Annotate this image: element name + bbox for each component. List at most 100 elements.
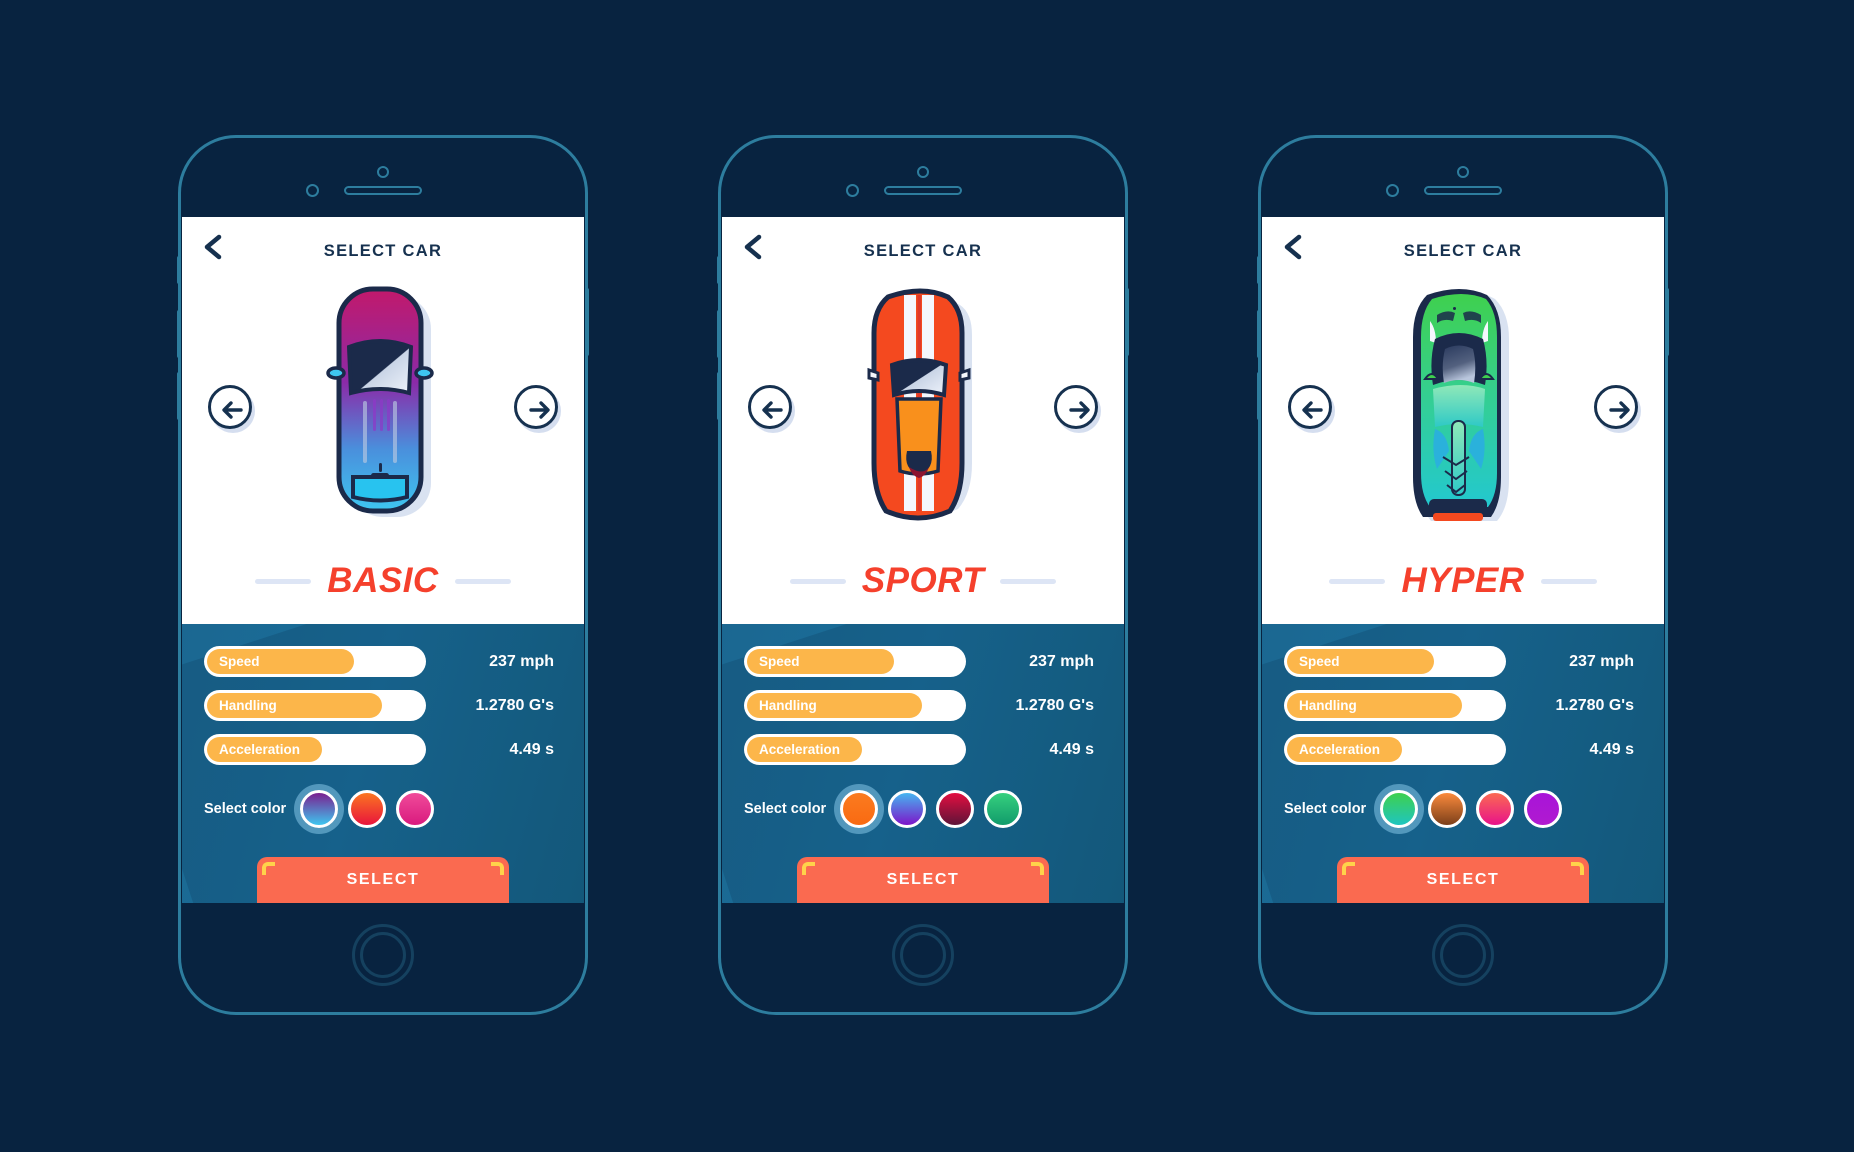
color-picker: Select color xyxy=(722,778,1124,828)
phone-volume-down-button xyxy=(1257,372,1261,420)
stat-value: 1.2780 G's xyxy=(1015,696,1094,714)
corner-accent-left xyxy=(1342,862,1355,875)
stat-value: 237 mph xyxy=(1569,652,1634,670)
phone-volume-up-button xyxy=(1257,310,1261,358)
phone-side-button xyxy=(1257,256,1261,284)
decor-dash-right xyxy=(1000,578,1057,584)
phone-mockup-sport: SELECT CAR SPORT Speed 237 mph Handling … xyxy=(717,135,1129,1015)
next-car-button[interactable] xyxy=(1594,385,1638,429)
color-swatch-orange-red[interactable] xyxy=(348,790,387,828)
stat-row: Acceleration 4.49 s xyxy=(722,734,1124,765)
stat-label: Handling xyxy=(759,698,817,713)
stat-label: Acceleration xyxy=(219,742,301,757)
stat-label: Handling xyxy=(1299,698,1357,713)
color-swatch-orange-brown[interactable] xyxy=(1428,790,1467,828)
acceleration-bar-fill: Acceleration xyxy=(1287,737,1403,762)
car-model-name: HYPER xyxy=(1401,561,1525,600)
home-button[interactable] xyxy=(1432,924,1494,986)
car-model-row: SPORT xyxy=(722,545,1124,617)
app-header: SELECT CAR xyxy=(722,217,1124,277)
select-button-label: SELECT xyxy=(346,871,420,888)
color-picker-label: Select color xyxy=(1284,801,1367,817)
car-stats-panel: Speed 237 mph Handling 1.2780 G's Accele… xyxy=(1262,624,1664,903)
phone-volume-down-button xyxy=(717,372,721,420)
color-swatch-purple[interactable] xyxy=(1524,790,1563,828)
car-image-sport xyxy=(862,281,984,534)
car-preview-card: SELECT CAR xyxy=(182,217,584,624)
earpiece-speaker xyxy=(344,186,422,195)
color-swatch-orange[interactable] xyxy=(840,790,879,828)
decor-dash-left xyxy=(789,578,846,584)
color-swatch-purple-blue[interactable] xyxy=(300,790,339,828)
decor-dash-left xyxy=(255,578,312,584)
stat-label: Speed xyxy=(219,654,260,669)
select-button[interactable]: SELECT xyxy=(1337,857,1589,903)
color-swatch-green-teal[interactable] xyxy=(1380,790,1419,828)
phone-side-button xyxy=(177,256,181,284)
acceleration-bar-fill: Acceleration xyxy=(747,737,863,762)
corner-accent-left xyxy=(262,862,275,875)
home-button[interactable] xyxy=(892,924,954,986)
earpiece-speaker xyxy=(1424,186,1502,195)
speed-bar-fill: Speed xyxy=(207,649,354,674)
prev-car-button[interactable] xyxy=(1288,385,1332,429)
car-image-basic xyxy=(323,281,443,534)
app-header: SELECT CAR xyxy=(182,217,584,277)
speed-bar-track: Speed xyxy=(204,646,426,677)
stat-row: Speed 237 mph xyxy=(1262,646,1664,677)
stat-row: Handling 1.2780 G's xyxy=(722,690,1124,721)
front-camera-icon xyxy=(1457,166,1469,178)
acceleration-bar-track: Acceleration xyxy=(744,734,966,765)
next-car-button[interactable] xyxy=(514,385,558,429)
phone-volume-up-button xyxy=(177,310,181,358)
color-swatch-pink[interactable] xyxy=(1476,790,1515,828)
phone-volume-down-button xyxy=(177,372,181,420)
phone-mockup-basic: SELECT CAR BASIC Speed 237 mph Handling … xyxy=(177,135,589,1015)
speed-bar-fill: Speed xyxy=(747,649,894,674)
home-button[interactable] xyxy=(352,924,414,986)
stat-row: Handling 1.2780 G's xyxy=(182,690,584,721)
page-title: SELECT CAR xyxy=(1403,242,1523,260)
car-preview-card: SELECT CAR xyxy=(722,217,1124,624)
corner-accent-left xyxy=(802,862,815,875)
stat-value: 237 mph xyxy=(489,652,554,670)
stat-row: Acceleration 4.49 s xyxy=(1262,734,1664,765)
car-stats-panel: Speed 237 mph Handling 1.2780 G's Accele… xyxy=(182,624,584,903)
phone-power-button xyxy=(1665,288,1669,356)
decor-dash-right xyxy=(1540,578,1597,584)
stat-value: 1.2780 G's xyxy=(475,696,554,714)
color-picker: Select color xyxy=(1262,778,1664,828)
stat-value: 237 mph xyxy=(1029,652,1094,670)
color-picker: Select color xyxy=(182,778,584,828)
prev-car-button[interactable] xyxy=(748,385,792,429)
car-model-name: BASIC xyxy=(327,561,439,600)
corner-accent-right xyxy=(491,862,504,875)
stat-label: Acceleration xyxy=(759,742,841,757)
phone-power-button xyxy=(1125,288,1129,356)
color-swatch-pink-magenta[interactable] xyxy=(396,790,435,828)
handling-bar-track: Handling xyxy=(744,690,966,721)
select-button[interactable]: SELECT xyxy=(257,857,509,903)
page-title: SELECT CAR xyxy=(863,242,983,260)
color-swatch-green[interactable] xyxy=(984,790,1023,828)
handling-bar-fill: Handling xyxy=(1287,693,1463,718)
stat-row: Speed 237 mph xyxy=(722,646,1124,677)
next-car-button[interactable] xyxy=(1054,385,1098,429)
stat-row: Speed 237 mph xyxy=(182,646,584,677)
select-button[interactable]: SELECT xyxy=(797,857,1049,903)
car-image-hyper xyxy=(1401,281,1525,536)
color-picker-label: Select color xyxy=(204,801,287,817)
select-button-label: SELECT xyxy=(1426,871,1500,888)
prev-car-button[interactable] xyxy=(208,385,252,429)
color-swatch-dark-red[interactable] xyxy=(936,790,975,828)
handling-bar-fill: Handling xyxy=(207,693,383,718)
decor-dash-right xyxy=(454,578,511,584)
phone-screen: SELECT CAR xyxy=(1262,217,1664,903)
car-stats-panel: Speed 237 mph Handling 1.2780 G's Accele… xyxy=(722,624,1124,903)
stat-label: Speed xyxy=(759,654,800,669)
page-title: SELECT CAR xyxy=(323,242,443,260)
car-model-row: BASIC xyxy=(182,545,584,617)
color-swatch-blue-purple[interactable] xyxy=(888,790,927,828)
app-canvas: SELECT CAR BASIC Speed 237 mph Handling … xyxy=(0,0,1854,1152)
front-camera-icon xyxy=(917,166,929,178)
